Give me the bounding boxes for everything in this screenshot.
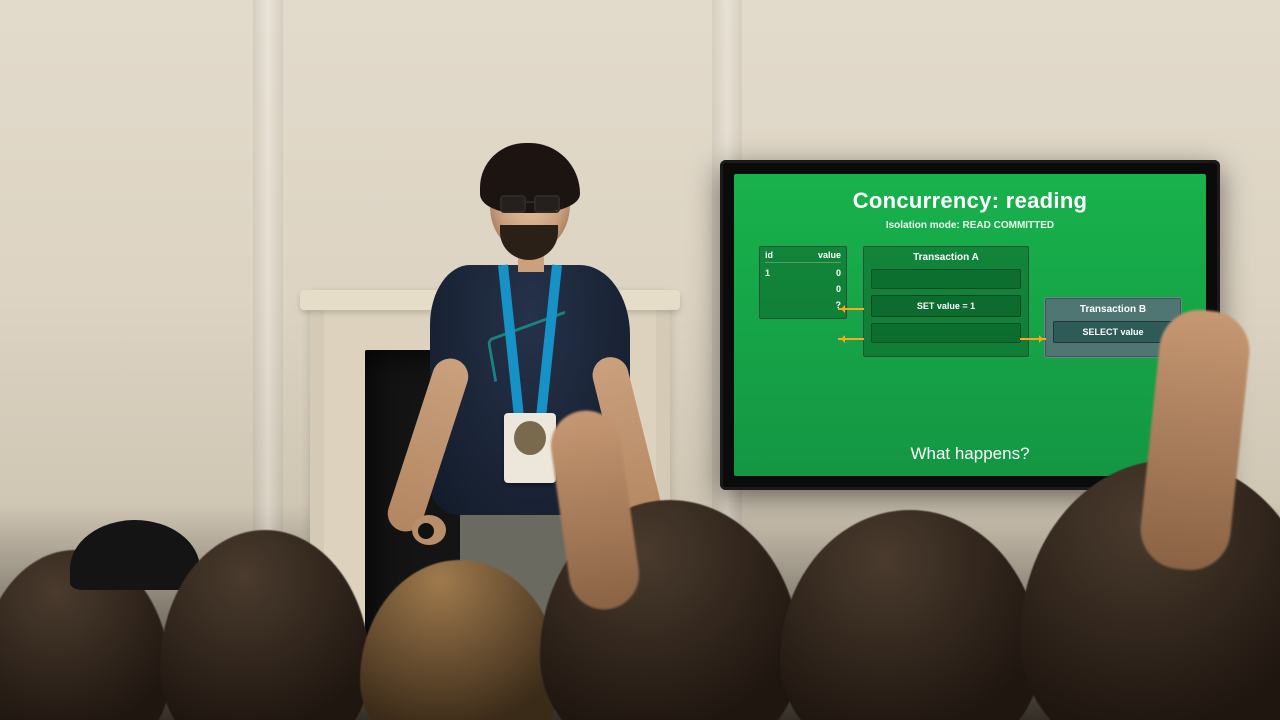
transaction-b-box: Transaction B SELECT value bbox=[1044, 297, 1182, 358]
presentation-screen: Concurrency: reading Isolation mode: REA… bbox=[720, 160, 1220, 490]
conference-room-scene: Concurrency: reading Isolation mode: REA… bbox=[0, 0, 1280, 720]
wall-molding bbox=[253, 0, 283, 550]
slide-diagram: id value 1 0 0 ? bbox=[752, 245, 1188, 358]
slide-subtitle: Isolation mode: READ COMMITTED bbox=[752, 220, 1188, 231]
conference-badge bbox=[504, 413, 556, 483]
col-id: id bbox=[765, 250, 773, 260]
transaction-b-title: Transaction B bbox=[1053, 304, 1173, 315]
txn-b-op: SELECT value bbox=[1053, 321, 1173, 343]
glasses-icon bbox=[500, 195, 560, 211]
transaction-a-title: Transaction A bbox=[871, 252, 1021, 263]
arrow-icon bbox=[1020, 338, 1046, 340]
txn-a-op: SET value = 1 bbox=[871, 295, 1021, 317]
presentation-clicker bbox=[418, 523, 434, 539]
db-table: id value 1 0 0 ? bbox=[758, 245, 848, 320]
slide-title: Concurrency: reading bbox=[752, 188, 1188, 214]
col-value: value bbox=[818, 250, 841, 260]
slide-question: What happens? bbox=[734, 444, 1206, 464]
txn-a-op bbox=[871, 323, 1021, 343]
arrow-icon bbox=[838, 308, 864, 310]
slide: Concurrency: reading Isolation mode: REA… bbox=[734, 174, 1206, 476]
transaction-a-box: Transaction A SET value = 1 bbox=[862, 245, 1030, 358]
arrow-icon bbox=[838, 338, 864, 340]
txn-a-op bbox=[871, 269, 1021, 289]
speaker-person bbox=[400, 155, 620, 675]
